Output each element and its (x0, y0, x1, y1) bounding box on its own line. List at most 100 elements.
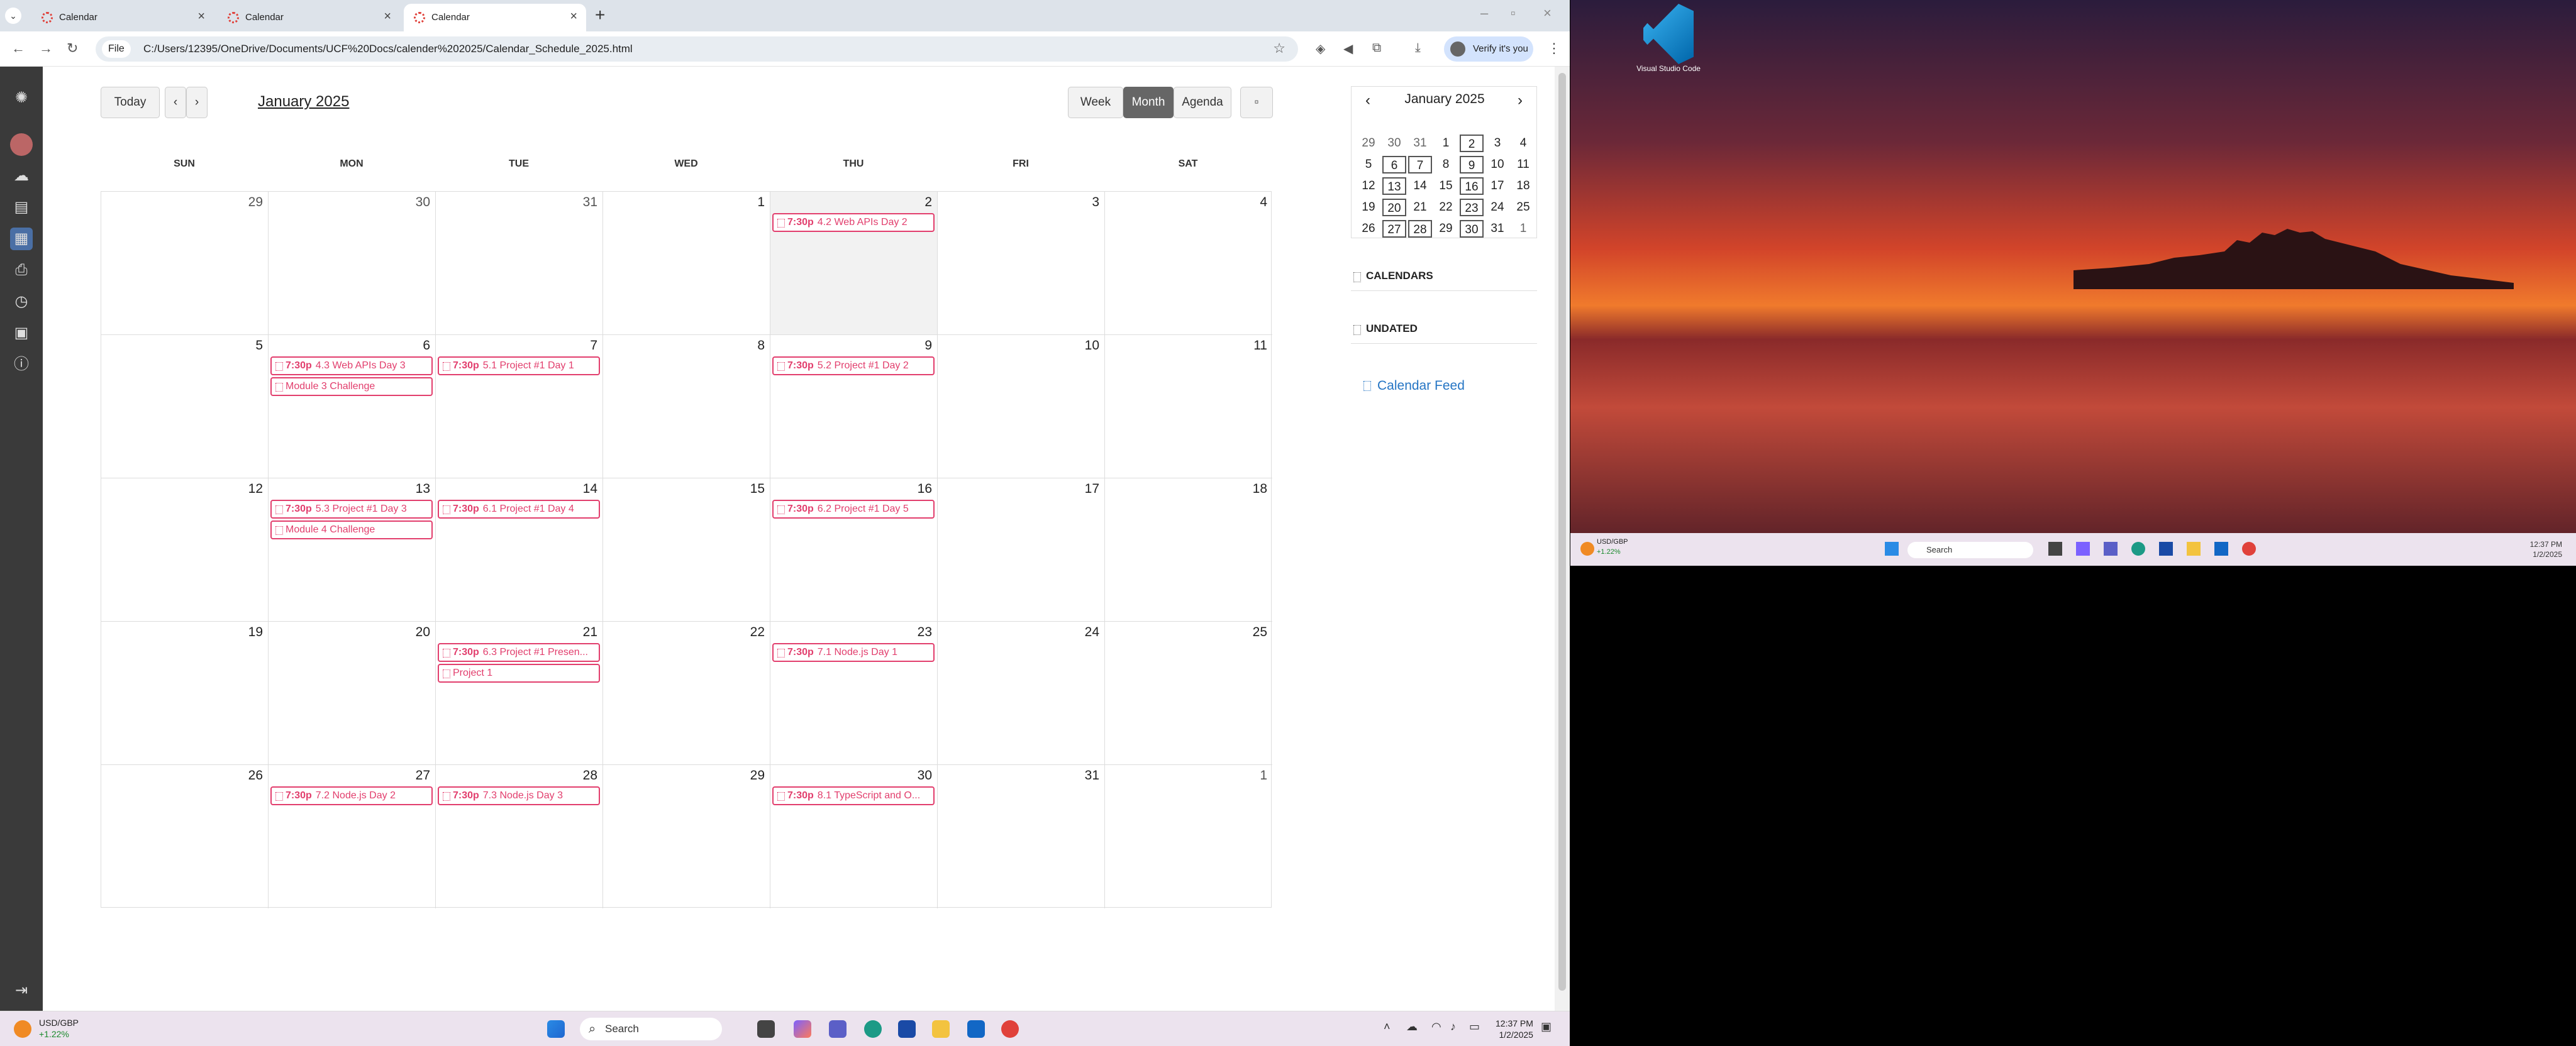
outlook-icon[interactable] (2214, 542, 2228, 556)
vertical-scrollbar[interactable] (1555, 67, 1570, 1011)
day-cell[interactable]: 12 (101, 478, 269, 622)
megaphone-icon[interactable]: ◀ (1343, 41, 1353, 57)
tray-chevron-icon[interactable]: ˄ (1384, 1020, 1391, 1033)
info-icon[interactable]: ⓘ (10, 353, 33, 376)
calendar-event[interactable]: 7:30p 6.1 Project #1 Day 4 (438, 500, 600, 519)
back-icon[interactable]: ← (11, 40, 25, 57)
mini-day[interactable]: 19 (1357, 199, 1380, 216)
calendar-event[interactable]: 7:30p 5.2 Project #1 Day 2 (772, 356, 935, 375)
taskbar-search[interactable]: Search (1907, 542, 2033, 558)
ticker-name[interactable]: USD/GBP (1597, 538, 1628, 546)
week-view-button[interactable]: Week (1068, 87, 1123, 118)
file-explorer-icon[interactable] (932, 1020, 950, 1038)
notification-icon[interactable]: ▣ (1541, 1020, 1552, 1033)
store-icon[interactable] (2159, 542, 2173, 556)
calendar-event[interactable]: 7:30p 7.1 Node.js Day 1 (772, 643, 935, 662)
calendar-event[interactable]: 7:30p 8.1 TypeScript and O... (772, 786, 935, 805)
day-cell[interactable]: 7 7:30p 5.1 Project #1 Day 1 (436, 335, 603, 478)
mini-day[interactable]: 23 (1460, 199, 1484, 216)
cloud-icon[interactable]: ☁ (10, 165, 33, 187)
close-window-icon[interactable]: × (1543, 5, 1552, 21)
collapse-icon[interactable]: ⇥ (10, 979, 33, 1002)
month-view-button[interactable]: Month (1123, 87, 1174, 118)
mini-day[interactable]: 3 (1485, 135, 1509, 152)
address-bar[interactable]: File C:/Users/12395/OneDrive/Documents/U… (96, 36, 1298, 62)
day-cell[interactable]: 31 (436, 192, 603, 335)
calendar-event[interactable]: Module 4 Challenge (270, 520, 433, 539)
calendar-event[interactable]: 7:30p 4.2 Web APIs Day 2 (772, 213, 935, 232)
download-icon[interactable]: ⤓ (1415, 41, 1421, 55)
day-cell[interactable]: 9 7:30p 5.2 Project #1 Day 2 (770, 335, 938, 478)
day-cell[interactable]: 3 (938, 192, 1105, 335)
verify-profile-button[interactable]: Verify it's you (1444, 36, 1533, 62)
close-tab-icon[interactable]: × (570, 9, 577, 24)
tab-calendar-2[interactable]: Calendar × (218, 4, 400, 31)
teams-icon[interactable] (829, 1020, 847, 1038)
undated-section[interactable]: UNDATED (1351, 322, 1537, 344)
app-logo-icon[interactable]: ✺ (10, 87, 33, 109)
ticker-name[interactable]: USD/GBP (39, 1018, 79, 1028)
battery-icon[interactable]: ▭ (1469, 1020, 1480, 1033)
maximize-icon[interactable]: ▫ (1511, 5, 1516, 21)
chrome-icon[interactable] (1001, 1020, 1019, 1038)
store-icon[interactable] (898, 1020, 916, 1038)
mini-day[interactable]: 27 (1382, 220, 1406, 238)
day-cell[interactable]: 26 (101, 765, 269, 908)
calendar-event[interactable]: 7:30p 7.3 Node.js Day 3 (438, 786, 600, 805)
stock-ticker-icon[interactable] (14, 1020, 31, 1038)
windows-start-icon[interactable] (547, 1020, 565, 1038)
tab-search-icon[interactable]: ⌄ (5, 8, 21, 24)
teams-icon[interactable] (2104, 542, 2118, 556)
calendar-icon[interactable]: ▦ (10, 228, 33, 250)
mini-day[interactable]: 24 (1485, 199, 1509, 216)
calendar-event[interactable]: 7:30p 7.2 Node.js Day 2 (270, 786, 433, 805)
wifi-icon[interactable]: ◠ (1431, 1020, 1441, 1033)
mini-day[interactable]: 14 (1408, 177, 1432, 195)
day-cell[interactable]: 29 (603, 765, 770, 908)
star-icon[interactable]: ☆ (1273, 40, 1285, 57)
day-cell[interactable]: 27 7:30p 7.2 Node.js Day 2 (269, 765, 436, 908)
day-cell[interactable]: 29 (101, 192, 269, 335)
presentation-icon[interactable]: ▣ (10, 322, 33, 344)
calendar-event[interactable]: Module 3 Challenge (270, 377, 433, 396)
day-cell[interactable]: 1 (1105, 765, 1272, 908)
mini-day[interactable]: 1 (1434, 135, 1458, 152)
day-cell[interactable]: 16 7:30p 6.2 Project #1 Day 5 (770, 478, 938, 622)
windows-start-icon[interactable] (1885, 542, 1899, 556)
day-cell[interactable]: 6 7:30p 4.3 Web APIs Day 3 Module 3 Chall… (269, 335, 436, 478)
day-cell[interactable]: 5 (101, 335, 269, 478)
mini-day[interactable]: 7 (1408, 156, 1432, 173)
mini-day[interactable]: 8 (1434, 156, 1458, 173)
edge-icon[interactable] (2131, 542, 2145, 556)
clock-icon[interactable]: ◷ (10, 290, 33, 313)
today-button[interactable]: Today (101, 87, 160, 118)
mini-day[interactable]: 28 (1408, 220, 1432, 238)
onedrive-icon[interactable]: ☁ (1406, 1020, 1418, 1033)
calendar-event[interactable]: 7:30p 6.2 Project #1 Day 5 (772, 500, 935, 519)
mini-day[interactable]: 31 (1485, 220, 1509, 238)
day-cell[interactable]: 13 7:30p 5.3 Project #1 Day 3 Module 4 Ch… (269, 478, 436, 622)
mini-day[interactable]: 15 (1434, 177, 1458, 195)
forward-icon[interactable]: → (39, 40, 53, 57)
tab-calendar-1[interactable]: Calendar × (31, 4, 214, 31)
mini-day[interactable]: 1 (1511, 220, 1535, 238)
calendar-event[interactable]: 7:30p 5.3 Project #1 Day 3 (270, 500, 433, 519)
calendar-event[interactable]: Project 1 (438, 664, 600, 683)
url-text[interactable]: C:/Users/12395/OneDrive/Documents/UCF%20… (143, 43, 633, 55)
next-month-button[interactable]: › (186, 87, 208, 118)
mini-day[interactable]: 25 (1511, 199, 1535, 216)
minimize-icon[interactable]: – (1480, 5, 1488, 21)
taskbar-search[interactable]: Search (580, 1018, 722, 1040)
mini-day[interactable]: 31 (1408, 135, 1432, 152)
mini-day[interactable]: 10 (1485, 156, 1509, 173)
file-explorer-icon[interactable] (2187, 542, 2201, 556)
mini-day[interactable]: 9 (1460, 156, 1484, 173)
stock-ticker-icon[interactable] (1580, 542, 1594, 556)
day-cell[interactable]: 8 (603, 335, 770, 478)
new-tab-button[interactable]: + (595, 5, 605, 25)
clock[interactable]: 12:37 PM 1/2/2025 (1496, 1018, 1533, 1040)
outlook-icon[interactable] (967, 1020, 985, 1038)
reload-icon[interactable]: ↻ (67, 40, 78, 57)
calendars-section[interactable]: CALENDARS (1351, 270, 1537, 291)
mini-day[interactable]: 13 (1382, 177, 1406, 195)
